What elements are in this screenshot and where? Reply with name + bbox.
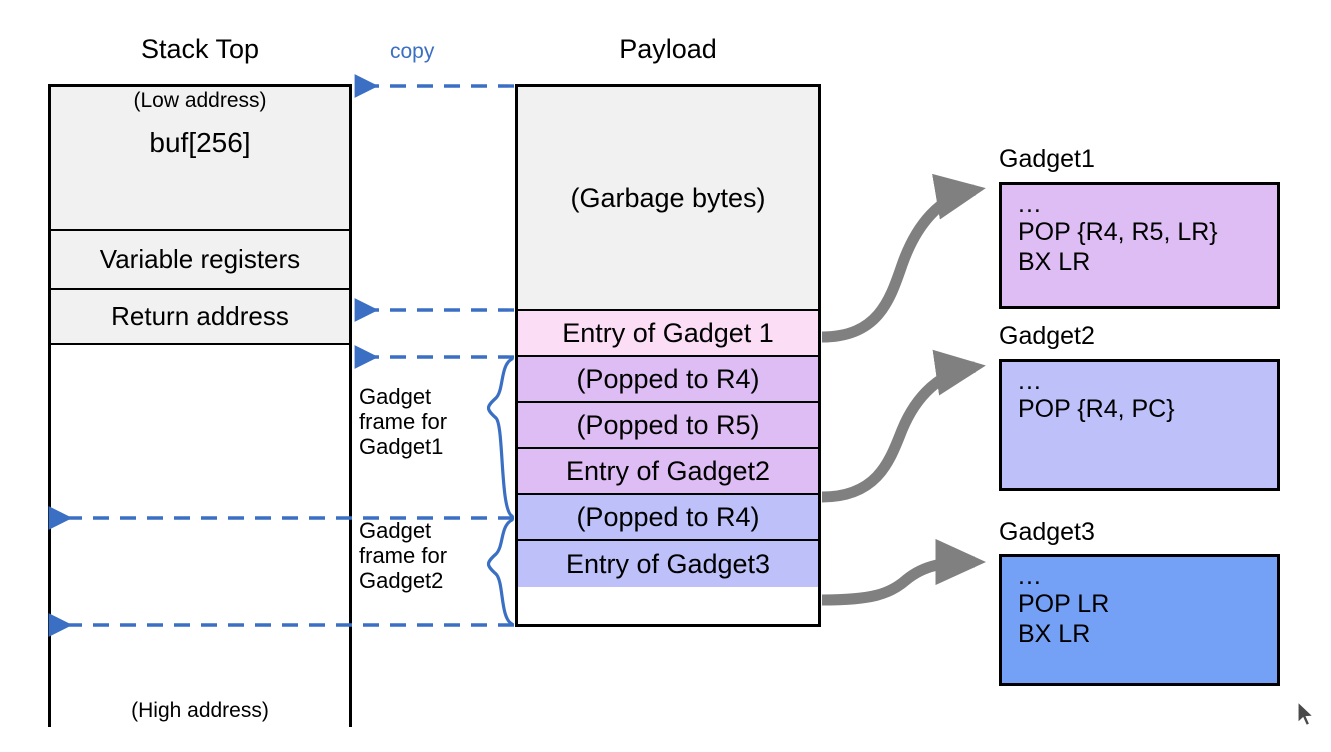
- payload-cell-popped-r4-second-label: (Popped to R4): [576, 501, 760, 532]
- gadget-frame-label-2: Gadget frame for Gadget2: [359, 518, 448, 594]
- gadget-frame-label-1-line1: Gadget: [359, 384, 432, 409]
- high-address-label: (High address): [131, 699, 269, 722]
- gadget-frame-label-2-line3: Gadget2: [359, 567, 444, 593]
- gadget3-line-2: POP LR: [1018, 589, 1110, 618]
- gadget1-line-1: ...: [1018, 190, 1042, 218]
- payload-cell-entry-gadget2-label: Entry of Gadget2: [565, 455, 771, 486]
- low-address-label: (Low address): [133, 89, 267, 112]
- copy-label: copy: [390, 40, 435, 63]
- gadget1-box: ... POP {R4, R5, LR} BX LR: [999, 182, 1280, 309]
- stack-cell-return-address-label: Return address: [111, 301, 289, 331]
- gadget3-line-1: ...: [1018, 562, 1042, 590]
- gadget2-line-1: ...: [1018, 367, 1042, 395]
- stack-cell-buf: (Low address) buf[256]: [51, 87, 349, 231]
- gadget1-line-2: POP {R4, R5, LR}: [1018, 217, 1218, 246]
- stack-top-heading: Stack Top: [140, 34, 260, 64]
- gadget2-title: Gadget2: [999, 322, 1095, 350]
- flow-arrow-to-gadget1: [821, 173, 986, 343]
- gadget1-title: Gadget1: [999, 145, 1095, 173]
- payload-cell-entry-gadget2: Entry of Gadget2: [518, 449, 818, 495]
- flow-arrow-to-gadget2: [821, 349, 986, 503]
- gadget-frame-brace-1: [486, 357, 514, 518]
- payload-cell-entry-gadget3-label: Entry of Gadget3: [565, 548, 771, 579]
- payload-cell-entry-gadget1-label: Entry of Gadget 1: [562, 317, 774, 348]
- payload-cell-popped-r4-first: (Popped to R4): [518, 357, 818, 403]
- gadget-frame-label-1-line3: Gadget1: [359, 433, 444, 459]
- stack-diagram: (Low address) buf[256] Variable register…: [48, 84, 352, 727]
- gadget-frame-label-1: Gadget frame for Gadget1: [359, 384, 448, 460]
- diagram-canvas: Stack Top Payload copy (Low address) buf…: [0, 0, 1331, 752]
- payload-cell-entry-gadget3: Entry of Gadget3: [518, 541, 818, 587]
- stack-cell-unused: (High address): [51, 345, 349, 727]
- gadget3-title: Gadget3: [999, 518, 1095, 546]
- gadget-frame-label-2-line1: Gadget: [359, 518, 432, 543]
- payload-cell-garbage-bytes: (Garbage bytes): [518, 87, 818, 311]
- gadget1-line-3: BX LR: [1018, 247, 1091, 276]
- gadget2-box: ... POP {R4, PC}: [999, 359, 1280, 491]
- stack-cell-variable-registers: Variable registers: [51, 231, 349, 290]
- gadget2-line-2: POP {R4, PC}: [1018, 394, 1175, 423]
- stack-cell-buf-label: buf[256]: [149, 127, 251, 158]
- payload-heading: Payload: [619, 34, 717, 64]
- payload-cell-popped-r5-label: (Popped to R5): [576, 409, 760, 440]
- payload-diagram: (Garbage bytes) Entry of Gadget 1 (Poppe…: [515, 84, 821, 627]
- stack-cell-variable-registers-label: Variable registers: [99, 244, 301, 274]
- payload-cell-popped-r5: (Popped to R5): [518, 403, 818, 449]
- payload-cell-popped-r4-second: (Popped to R4): [518, 495, 818, 541]
- flow-arrow-to-gadget3: [821, 538, 987, 606]
- gadget-frame-label-1-line2: frame for: [359, 408, 448, 434]
- stack-cell-return-address: Return address: [51, 290, 349, 345]
- payload-cell-entry-gadget1: Entry of Gadget 1: [518, 311, 818, 357]
- gadget-frame-label-2-line2: frame for: [359, 542, 448, 568]
- payload-cell-garbage-bytes-label: (Garbage bytes): [570, 182, 766, 213]
- payload-cell-popped-r4-first-label: (Popped to R4): [576, 363, 760, 394]
- gadget-frame-brace-2: [486, 518, 514, 626]
- gadget3-box: ... POP LR BX LR: [999, 554, 1280, 686]
- mouse-cursor-icon: [1297, 701, 1315, 727]
- gadget3-line-3: BX LR: [1018, 619, 1091, 648]
